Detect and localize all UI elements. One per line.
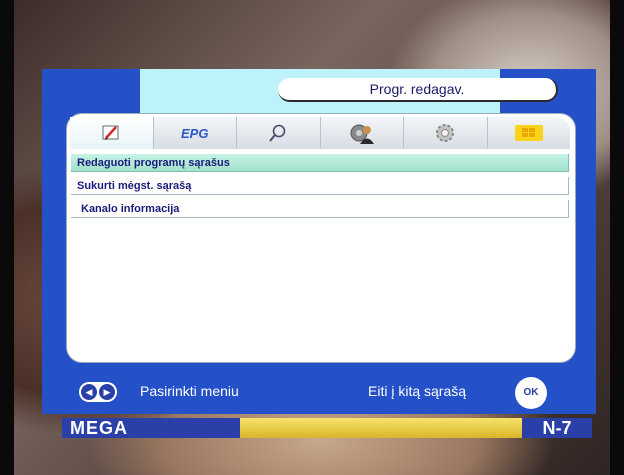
menu-title: Progr. redagav. — [278, 78, 558, 102]
user-settings-icon — [350, 124, 374, 144]
list-item[interactable]: Redaguoti programų sąrašus — [71, 154, 569, 172]
tab-user-settings[interactable] — [321, 117, 404, 149]
gear-icon — [436, 124, 455, 142]
smartcard-icon — [514, 125, 543, 141]
tab-bar: EPG — [70, 117, 570, 149]
menu-panel: EPG Redaguoti programų sąrašus Sukurti m… — [66, 113, 576, 363]
menu-list: Redaguoti programų sąrašus Sukurti mėgst… — [71, 154, 569, 223]
ticker-left-text: MEGA — [62, 418, 240, 438]
tab-search[interactable] — [237, 117, 321, 149]
magnifier-icon — [269, 124, 286, 142]
left-right-buttons[interactable]: ◀ ▶ — [79, 382, 117, 402]
menu-frame: Progr. redagav. EPG Redaguoti programų s… — [42, 69, 596, 414]
footer-left-hint: Pasirinkti meniu — [140, 383, 239, 399]
tab-smartcard[interactable] — [488, 117, 571, 149]
screen-border-left — [0, 0, 14, 475]
ticker-right-text: N-7 — [522, 418, 592, 438]
screen-border-right — [610, 0, 624, 475]
pencil-icon — [102, 125, 119, 140]
header-band: Progr. redagav. — [140, 69, 558, 115]
ok-button[interactable]: OK — [515, 377, 547, 409]
list-item[interactable]: Kanalo informacija — [71, 200, 569, 218]
tab-epg[interactable]: EPG — [154, 117, 237, 149]
arrow-left-icon: ◀ — [81, 384, 97, 400]
list-item[interactable]: Sukurti mėgst. sąrašą — [71, 177, 569, 195]
arrow-right-icon: ▶ — [99, 384, 115, 400]
tab-settings[interactable] — [404, 117, 488, 149]
footer-right-hint: Eiti į kitą sąrašą — [368, 383, 467, 399]
footer-bar: ◀ ▶ Pasirinkti meniu Eiti į kitą sąrašą … — [42, 371, 596, 414]
epg-icon: EPG — [181, 125, 209, 141]
tab-edit[interactable] — [70, 117, 154, 149]
